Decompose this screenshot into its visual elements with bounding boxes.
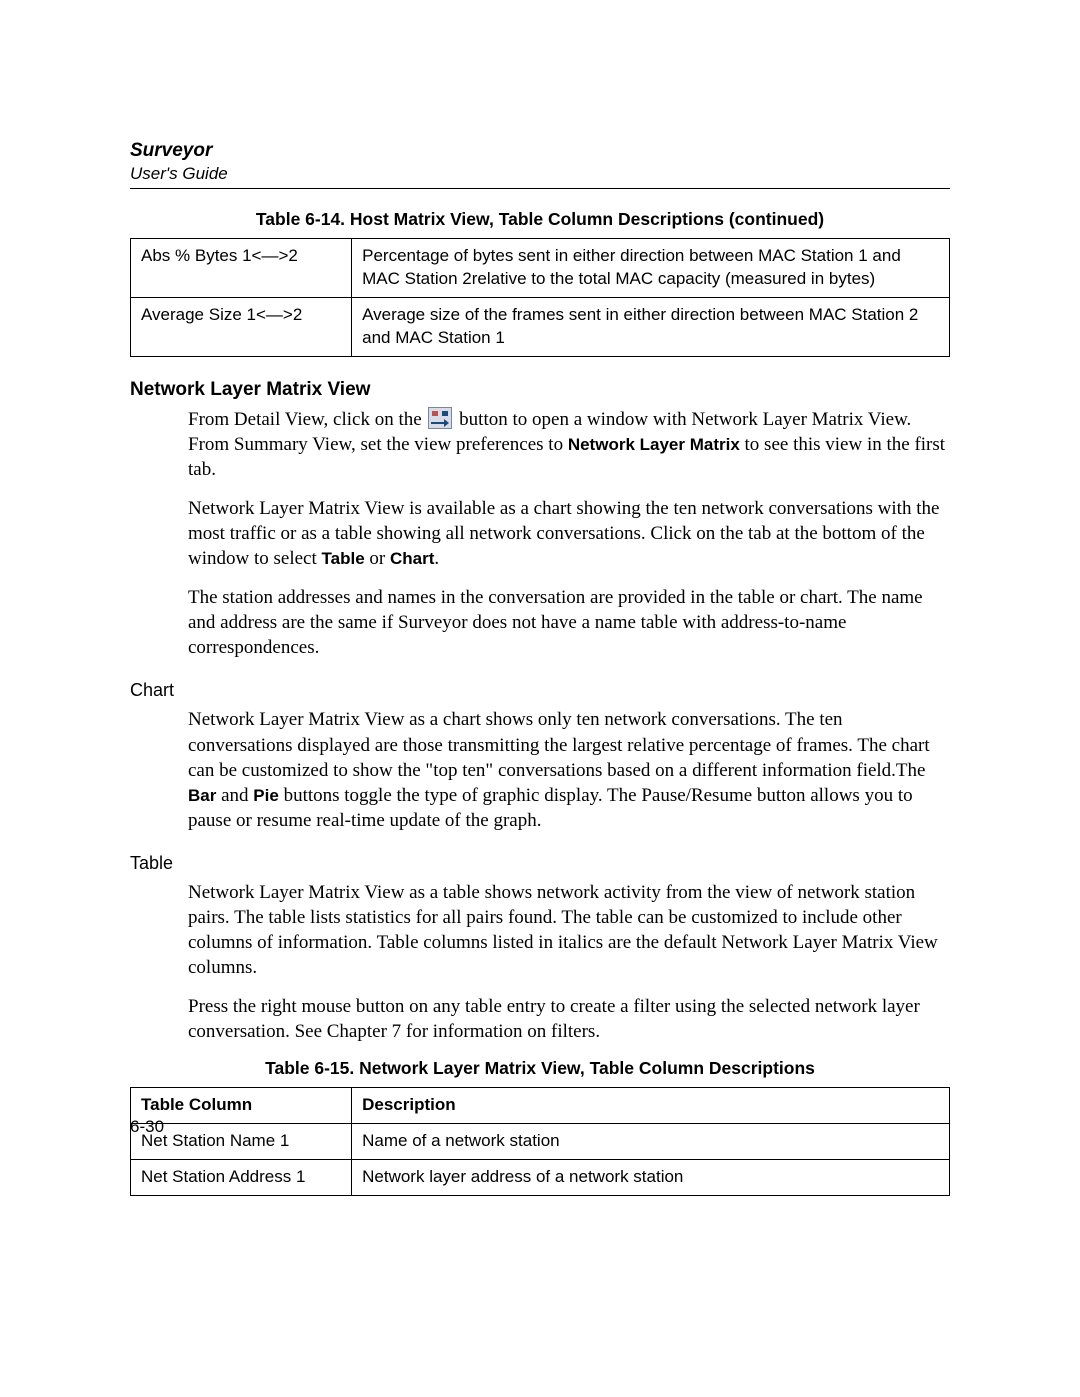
text: Network Layer Matrix View as a chart sho… xyxy=(188,709,930,780)
ui-label: Chart xyxy=(390,549,434,568)
table-row: Net Station Address 1 Network layer addr… xyxy=(131,1160,950,1196)
header-rule xyxy=(130,188,950,189)
table-cell: Abs % Bytes 1<—>2 xyxy=(131,239,352,298)
page: Surveyor User's Guide Table 6-14. Host M… xyxy=(0,0,1080,1397)
table-row: Net Station Name 1 Name of a network sta… xyxy=(131,1124,950,1160)
text: Network Layer Matrix View is available a… xyxy=(188,498,939,569)
text: and xyxy=(216,785,253,806)
table-6-14: Abs % Bytes 1<—>2 Percentage of bytes se… xyxy=(130,238,950,357)
text: or xyxy=(365,548,390,569)
table-cell: Name of a network station xyxy=(352,1124,950,1160)
paragraph: Network Layer Matrix View as a table sho… xyxy=(188,880,950,980)
body-block: Network Layer Matrix View as a table sho… xyxy=(188,880,950,1044)
matrix-view-icon xyxy=(428,407,452,429)
table-row: Average Size 1<—>2 Average size of the f… xyxy=(131,297,950,356)
heading-chart: Chart xyxy=(130,680,950,701)
ui-label: Pie xyxy=(253,786,279,805)
table-6-15: Table Column Description Net Station Nam… xyxy=(130,1087,950,1196)
table-cell: Average size of the frames sent in eithe… xyxy=(352,297,950,356)
paragraph: Network Layer Matrix View as a chart sho… xyxy=(188,707,950,832)
body-block: Network Layer Matrix View as a chart sho… xyxy=(188,707,950,832)
text: buttons toggle the type of graphic displ… xyxy=(188,785,913,831)
ui-label: Network Layer Matrix xyxy=(568,435,740,454)
page-header: Surveyor User's Guide xyxy=(130,140,950,184)
doc-title: Surveyor xyxy=(130,140,950,162)
table-cell: Percentage of bytes sent in either direc… xyxy=(352,239,950,298)
page-number: 6-30 xyxy=(130,1117,164,1137)
paragraph: From Detail View, click on the button to… xyxy=(188,407,950,482)
paragraph: Network Layer Matrix View is available a… xyxy=(188,496,950,571)
table-header-row: Table Column Description xyxy=(131,1088,950,1124)
body-block: From Detail View, click on the button to… xyxy=(188,407,950,661)
table-row: Abs % Bytes 1<—>2 Percentage of bytes se… xyxy=(131,239,950,298)
ui-label: Bar xyxy=(188,786,216,805)
heading-table: Table xyxy=(130,853,950,874)
table-cell: Average Size 1<—>2 xyxy=(131,297,352,356)
paragraph: Press the right mouse button on any tabl… xyxy=(188,994,950,1044)
heading-network-layer-matrix-view: Network Layer Matrix View xyxy=(130,379,950,401)
table-6-15-caption: Table 6-15. Network Layer Matrix View, T… xyxy=(130,1058,950,1079)
table-cell: Net Station Address 1 xyxy=(131,1160,352,1196)
text: . xyxy=(434,548,439,569)
paragraph: The station addresses and names in the c… xyxy=(188,585,950,660)
ui-label: Table xyxy=(322,549,365,568)
table-6-14-caption: Table 6-14. Host Matrix View, Table Colu… xyxy=(130,209,950,230)
text: From Detail View, click on the xyxy=(188,409,426,430)
table-header-cell: Description xyxy=(352,1088,950,1124)
doc-subtitle: User's Guide xyxy=(130,164,950,184)
table-cell: Network layer address of a network stati… xyxy=(352,1160,950,1196)
